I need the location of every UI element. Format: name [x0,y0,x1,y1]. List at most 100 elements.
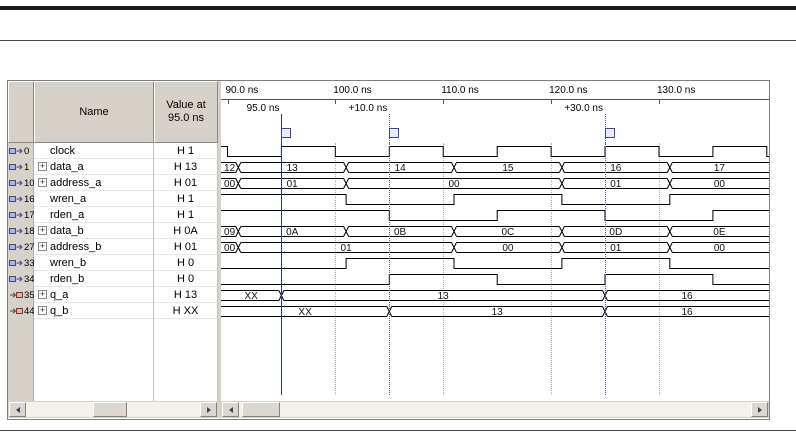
signal-gutter-cell[interactable]: 17 [8,207,35,223]
header-rule [0,40,796,41]
address_b-waveform: 00 01 00 01 00 [221,242,769,254]
names-hscrollbar[interactable] [8,401,218,418]
bus-value-label: 01 [610,243,622,254]
time-bar-flag-icon[interactable] [389,128,400,138]
signal-name-cell[interactable]: + data_b [34,223,153,239]
bottom-rule [0,430,796,431]
names-scroll-thumb[interactable] [93,402,127,417]
time-bar-flag-icon[interactable] [281,128,292,138]
wave-row-data_a[interactable]: 12 13 14 15 16 17 [221,159,769,175]
signal-gutter-cell[interactable]: 35 [8,287,35,303]
data_a-waveform: 12 13 14 15 16 17 [221,162,769,174]
bus-value-label: 16 [610,163,622,174]
signal-name-cell[interactable]: + address_b [34,239,153,255]
timeline-ruler[interactable]: 90.0 ns 100.0 ns 110.0 ns 120.0 ns 130.0 ns … [221,81,769,143]
signal-gutter-cell[interactable]: 27 [8,239,35,255]
wave-row-wren_b[interactable] [221,255,769,271]
wave-row-rden_a[interactable] [221,207,769,223]
bus-value-label: 00 [714,243,726,254]
bus-value-label: 0B [394,227,407,238]
bus-value-label: 13 [287,163,299,174]
signal-name: q_a [50,288,69,301]
bus-value-label: 17 [714,163,726,174]
cursor-line[interactable] [281,143,283,395]
wave-scroll-left-button[interactable] [222,402,239,417]
wave-row-q_a[interactable]: XX 13 16 [221,287,769,303]
signal-name-cell[interactable]: wren_b [34,255,153,271]
signal-name-cell[interactable]: + q_b [34,303,153,319]
data_b-waveform: 09 0A 0B 0C 0D 0E [221,226,769,238]
timeline-tick-mark [659,100,660,104]
signal-name-cell[interactable]: + q_a [34,287,153,303]
scroll-left-arrow-icon [228,406,233,413]
signal-value-column: H 1 H 13 H 01 H 1 H 1 H 0A H 01 H 0 H 0 H 13 H XX [154,143,218,401]
signal-value: H 1 [176,144,195,157]
signal-name: rden_a [50,208,85,221]
wave-hscrollbar[interactable] [221,401,769,418]
signal-value-cell: H 01 [154,239,217,255]
signal-name-cell[interactable]: rden_b [34,271,153,287]
waveform-canvas[interactable]: 12 13 14 15 16 17 00 01 00 01 00 09 0A 0B 0C 0D 0E 00 01 00… [221,143,769,401]
signal-value: H 0A [173,224,198,237]
timeline-tick-label: 120.0 ns [549,85,588,96]
signal-value-cell: H 13 [154,159,217,175]
time-bar-line[interactable] [605,143,606,395]
wave-scroll-thumb[interactable] [242,402,280,417]
input-pin-icon [9,196,23,202]
signal-name-cell[interactable]: + address_a [34,175,153,191]
signal-gutter-cell[interactable]: 0 [8,143,33,159]
signal-value-cell: H 13 [154,287,217,303]
bus-value-label: XX [298,307,312,318]
expand-plus-icon[interactable]: + [38,242,47,251]
time-bar-flag-icon[interactable] [605,128,615,138]
wave-row-wren_a[interactable] [221,191,769,207]
signal-number: 35 [24,289,35,301]
signal-value: H 01 [173,240,198,253]
wave-row-rden_b[interactable] [221,271,769,287]
bus-value-label: 0D [609,227,622,238]
signal-gutter: 0 1 10 16 17 18 27 33 34 35 44 [8,143,35,401]
signal-gutter-cell[interactable]: 10 [8,175,35,191]
expand-plus-icon[interactable]: + [38,226,47,235]
bus-value-label: 09 [224,227,236,238]
signal-gutter-cell[interactable]: 16 [8,191,35,207]
wave-row-address_b[interactable]: 00 01 00 01 00 [221,239,769,255]
signal-gutter-cell[interactable]: 33 [8,255,35,271]
wave-row-address_a[interactable]: 00 01 00 01 00 [221,175,769,191]
wave-scroll-right-button[interactable] [751,402,768,417]
scrollbar-row [8,401,769,418]
signal-value-cell: H 1 [154,143,217,159]
signal-name: clock [50,144,76,157]
signal-name: address_a [50,176,102,189]
signal-name-cell[interactable]: rden_a [34,207,153,223]
expand-plus-icon[interactable]: + [38,162,47,171]
wave-row-q_b[interactable]: XX 13 16 [221,303,769,319]
expand-plus-icon[interactable]: + [38,178,47,187]
signal-number: 18 [24,225,35,237]
bus-value-label: XX [245,291,259,302]
signal-gutter-cell[interactable]: 44 [8,303,35,319]
signal-name-cell[interactable]: clock [34,143,153,159]
time-bar-line[interactable] [389,143,391,395]
signal-body: 0 1 10 16 17 18 27 33 34 35 44 clock + data_a + addres… [8,143,769,401]
signal-number: 27 [24,241,35,253]
signal-number: 34 [24,273,35,285]
input-pin-icon [9,244,23,250]
signal-number: 1 [24,161,30,173]
wave-row-clock[interactable] [221,143,769,159]
signal-value: H 1 [176,192,195,205]
names-scroll-left-button[interactable] [9,402,26,417]
expand-plus-icon[interactable]: + [38,290,47,299]
expand-plus-icon[interactable]: + [38,306,47,315]
names-scroll-right-button[interactable] [200,402,217,417]
top-rule [0,6,796,10]
signal-name-cell[interactable]: + data_a [34,159,153,175]
signal-gutter-cell[interactable]: 34 [8,271,35,287]
input-pin-icon [9,276,23,282]
signal-gutter-cell[interactable]: 18 [8,223,35,239]
signal-gutter-cell[interactable]: 1 [8,159,33,175]
wave-row-data_b[interactable]: 09 0A 0B 0C 0D 0E [221,223,769,239]
bus-value-label: 00 [714,179,726,190]
signal-name-cell[interactable]: wren_a [34,191,153,207]
wren_b-waveform [221,258,769,269]
